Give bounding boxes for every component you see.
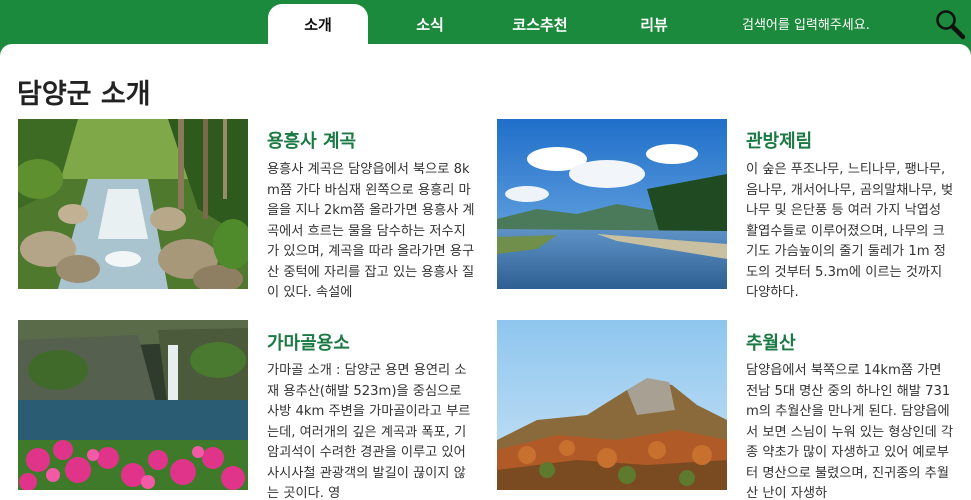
card-title[interactable]: 용흥사 계곡 [267, 127, 356, 153]
card-image-yongheungsa-valley[interactable] [18, 119, 248, 289]
card-image-gwanbangjerim[interactable] [497, 119, 727, 289]
search-icon[interactable] [934, 8, 966, 40]
card-title[interactable]: 추월산 [746, 329, 796, 355]
tab-course-recommend[interactable]: 코스추천 [490, 4, 590, 44]
card-description: 가마골 소개 : 담양군 용면 용연리 소재 용추산(해발 523m)을 중심으… [267, 363, 471, 500]
page-title: 담양군 소개 [17, 79, 151, 110]
tab-intro[interactable]: 소개 [268, 4, 368, 44]
card-description: 이 숲은 푸조나무, 느티나무, 팽나무, 음나무, 개서어나무, 곰의말채나무… [746, 162, 954, 300]
card-title[interactable]: 관방제림 [746, 127, 812, 153]
tab-review[interactable]: 리뷰 [604, 4, 704, 44]
card-description: 담양읍에서 북쪽으로 14km쯤 가면 전남 5대 명산 중의 하나인 해발 7… [746, 363, 954, 500]
card-title[interactable]: 가마골용소 [267, 329, 350, 355]
card-image-gamagol-yongso[interactable] [18, 320, 248, 490]
main-content: 담양군 소개 용흥사 계곡 용흥사 계곡은 담양읍에서 북으로 8km쯤 가다 … [0, 44, 971, 500]
search-input[interactable]: 검색어를 입력해주세요. [742, 14, 870, 33]
card-description: 용흥사 계곡은 담양읍에서 북으로 8km쯤 가다 바심재 왼쪽으로 용흥리 마… [267, 162, 475, 300]
card-image-chuwolsan[interactable] [497, 320, 727, 490]
tab-news[interactable]: 소식 [380, 4, 480, 44]
